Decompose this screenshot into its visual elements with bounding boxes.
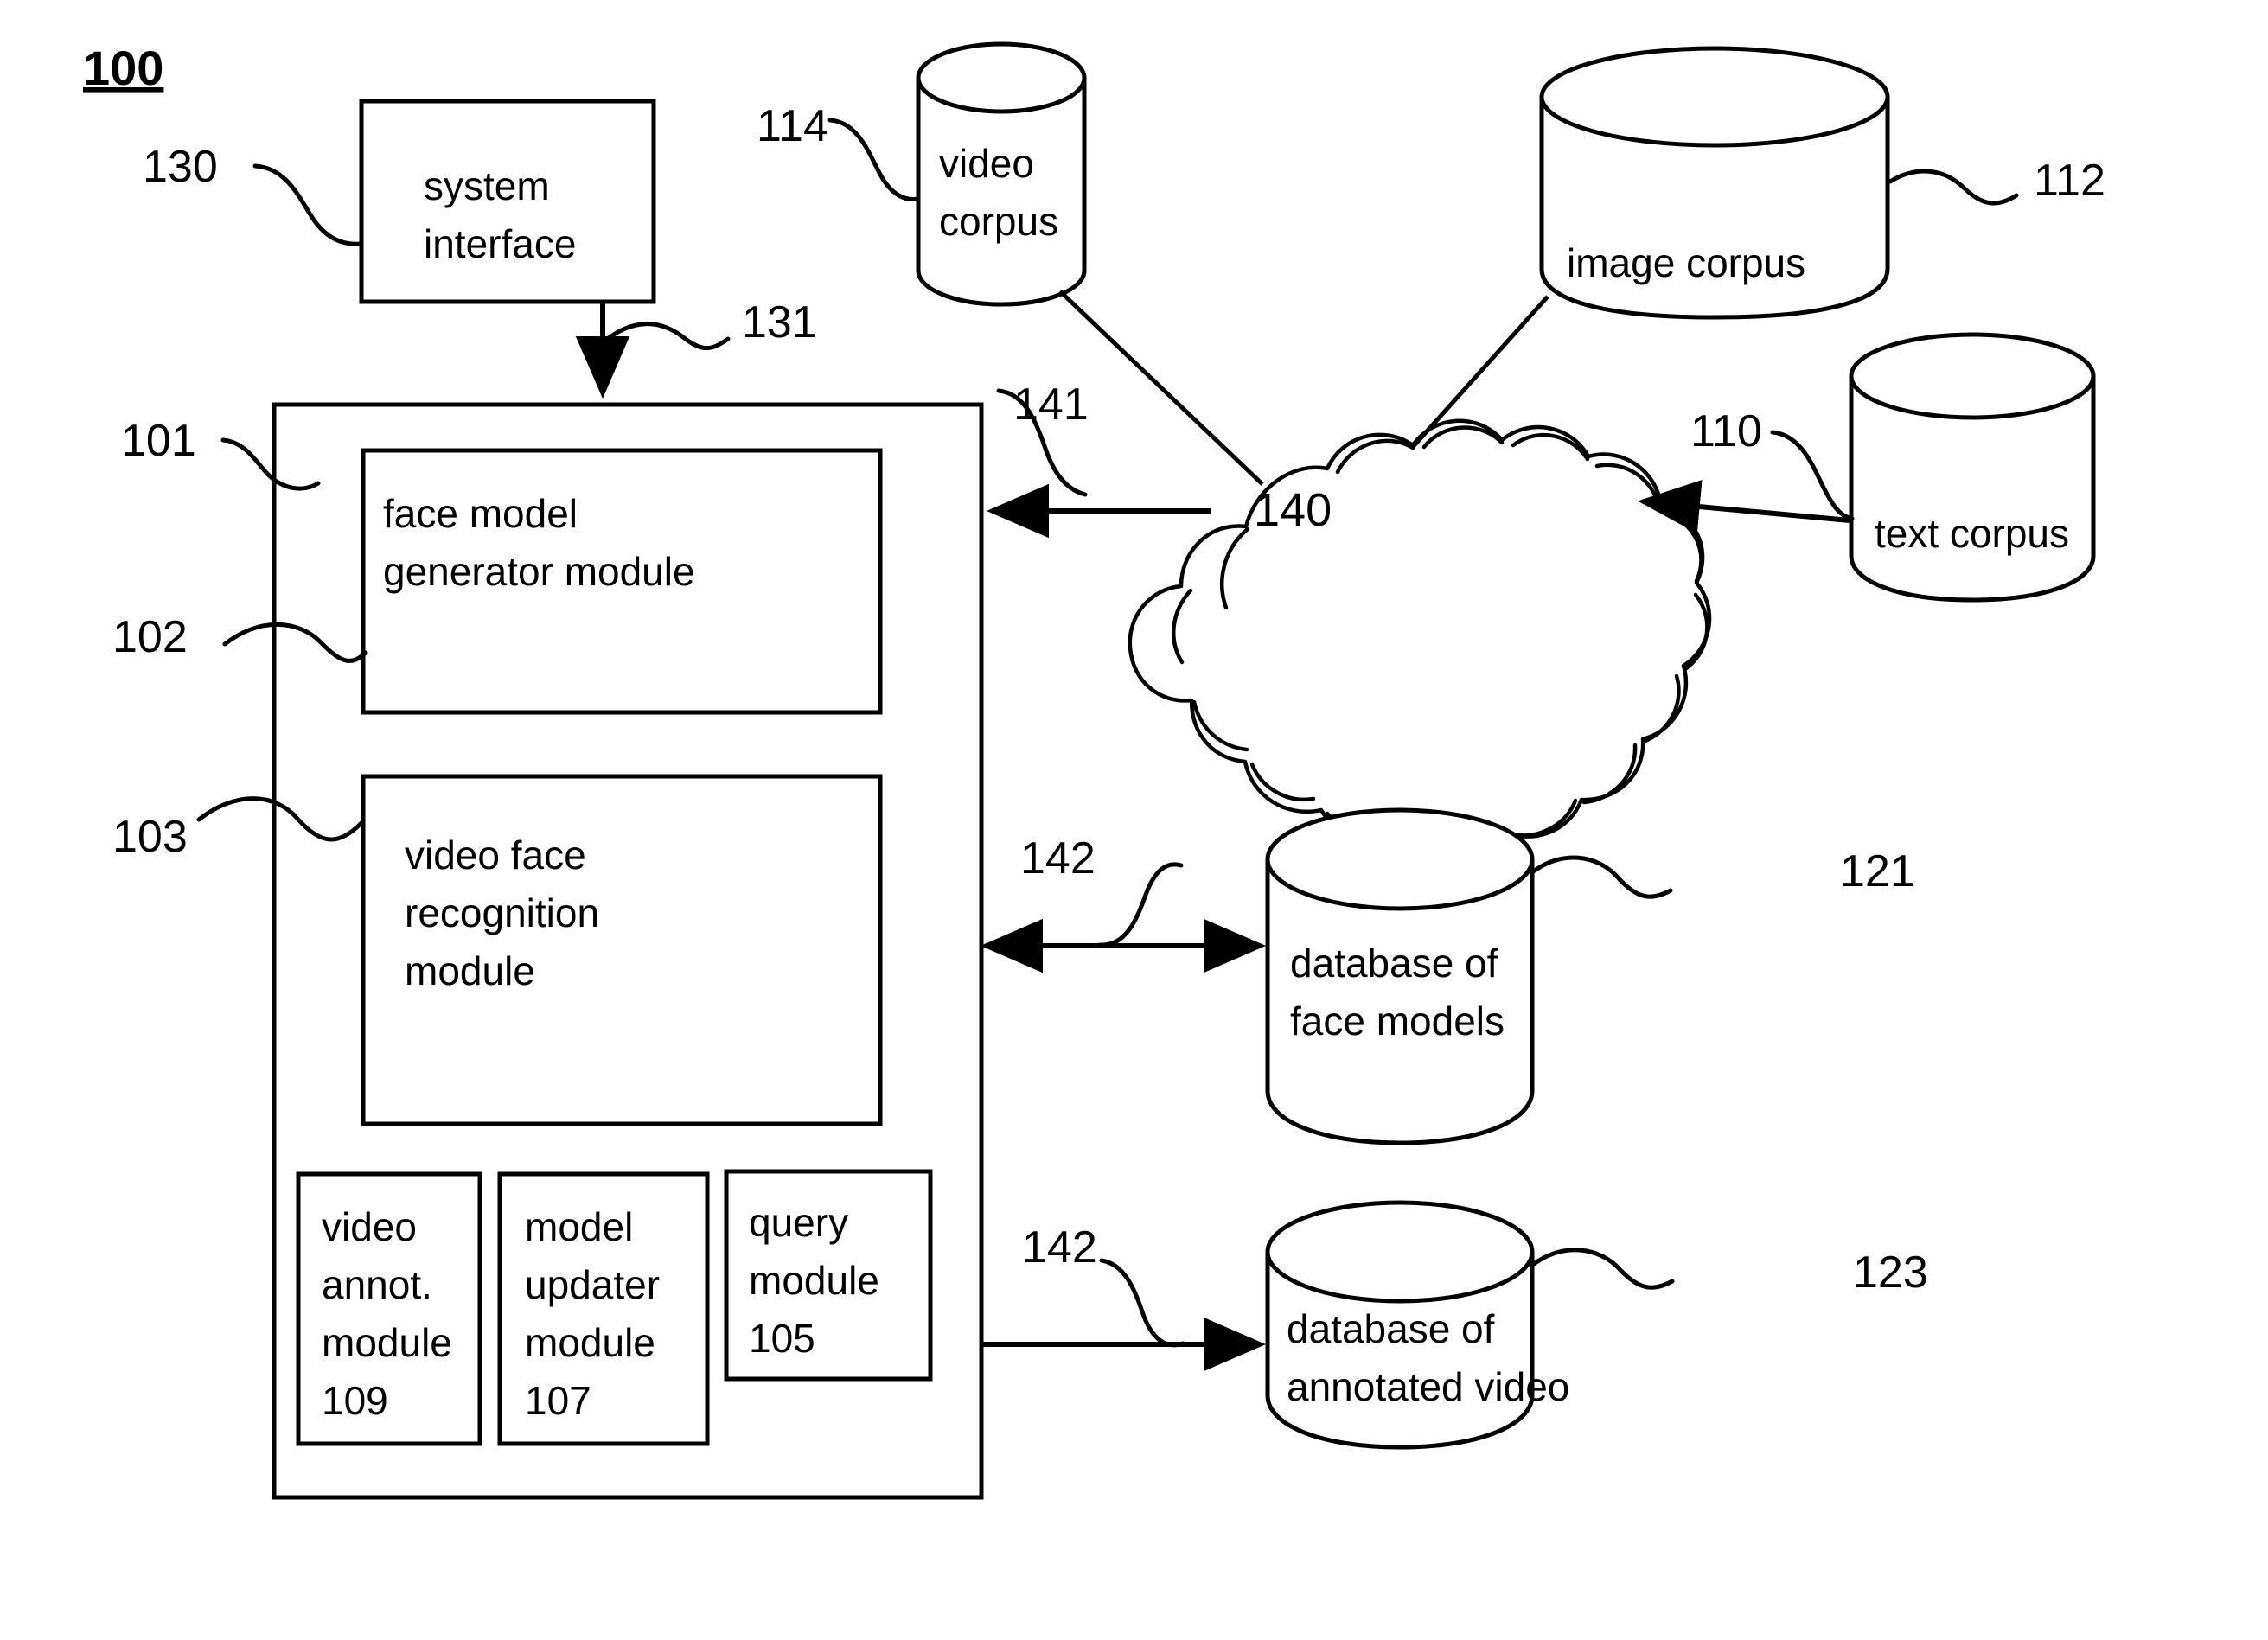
video-face-recognition-label-1: video face — [405, 833, 586, 877]
db-annotated-video-label-1: database of — [1287, 1306, 1495, 1351]
patent-figure-canvas: 100 101 130 131 102 103 140 141 video co… — [0, 0, 2268, 1640]
db-face-models-top — [1265, 807, 1535, 911]
figure-number: 100 — [83, 41, 163, 95]
network-cloud-group: 140 — [1128, 418, 1712, 852]
model-updater-module-label-1: model — [525, 1204, 633, 1249]
system-interface-label-1: system — [424, 163, 550, 208]
query-module-label-1: query — [749, 1200, 848, 1245]
video-face-recognition-label-3: module — [405, 948, 535, 993]
leader-line-123 — [1531, 1248, 1675, 1290]
video-annot-module-label-1: video — [322, 1204, 417, 1249]
leader-line-130 — [252, 163, 364, 246]
database-face-models-cylinder: database of face models — [1265, 807, 1535, 1145]
system-interface-label-2: interface — [424, 221, 576, 266]
query-module-label-2: module — [749, 1258, 879, 1303]
face-model-generator-label-1: face model — [383, 491, 578, 536]
figure-number-group: 100 — [83, 41, 163, 95]
query-module-label-3: 105 — [749, 1316, 815, 1361]
ref-131: 131 — [742, 297, 817, 348]
video-corpus-top — [916, 41, 1087, 114]
video-face-recognition-label-2: recognition — [405, 890, 599, 935]
cloud-label-140: 140 — [1254, 484, 1332, 536]
model-updater-module-label-4: 107 — [525, 1378, 591, 1423]
video-corpus-label-1: video — [939, 141, 1034, 186]
video-annot-module-label-2: annot. — [322, 1262, 432, 1307]
ref-102: 102 — [112, 612, 188, 662]
leader-line-142-upper — [1097, 862, 1184, 948]
leader-line-131 — [603, 322, 731, 351]
ref-123: 123 — [1853, 1248, 1928, 1298]
ref-142-lower: 142 — [1022, 1222, 1097, 1273]
video-annot-module-label-4: 109 — [322, 1378, 388, 1423]
image-corpus-top — [1539, 46, 1890, 148]
ref-141: 141 — [1013, 380, 1089, 430]
ref-130: 130 — [143, 142, 218, 192]
leader-line-142-lower — [1099, 1258, 1185, 1348]
db-annotated-video-top — [1265, 1200, 1535, 1304]
ref-121: 121 — [1840, 846, 1915, 897]
db-annotated-video-label-2: annotated video — [1287, 1364, 1569, 1409]
db-face-models-label-1: database of — [1290, 941, 1498, 986]
ref-114: 114 — [757, 101, 828, 151]
text-corpus-label: text corpus — [1875, 511, 2069, 556]
ref-101: 101 — [121, 416, 196, 466]
video-corpus-cylinder: video corpus — [916, 41, 1087, 307]
face-model-generator-label-2: generator module — [383, 549, 695, 594]
figure-svg: 100 101 130 131 102 103 140 141 video co… — [83, 41, 2105, 1500]
image-corpus-cylinder: image corpus — [1539, 46, 1890, 320]
ref-142-upper: 142 — [1020, 833, 1096, 884]
leader-line-112 — [1888, 169, 2019, 206]
model-updater-module-label-3: module — [525, 1320, 655, 1365]
leader-line-110 — [1770, 430, 1855, 521]
image-corpus-label: image corpus — [1567, 240, 1805, 285]
db-face-models-label-2: face models — [1290, 999, 1505, 1043]
leader-line-121 — [1530, 855, 1673, 899]
ref-110: 110 — [1690, 406, 1762, 456]
text-corpus-cylinder: text corpus — [1849, 332, 2096, 603]
model-updater-module-label-2: updater — [525, 1262, 660, 1307]
ref-103: 103 — [112, 812, 188, 862]
connector-video-corpus-to-cloud — [1058, 290, 1264, 486]
leader-line-114 — [827, 118, 921, 201]
ref-112: 112 — [2034, 156, 2105, 206]
video-annot-module-label-3: module — [322, 1320, 452, 1365]
text-corpus-top — [1849, 332, 2096, 420]
database-annotated-video-cylinder: database of annotated video — [1265, 1200, 1569, 1450]
video-corpus-label-2: corpus — [939, 199, 1058, 244]
